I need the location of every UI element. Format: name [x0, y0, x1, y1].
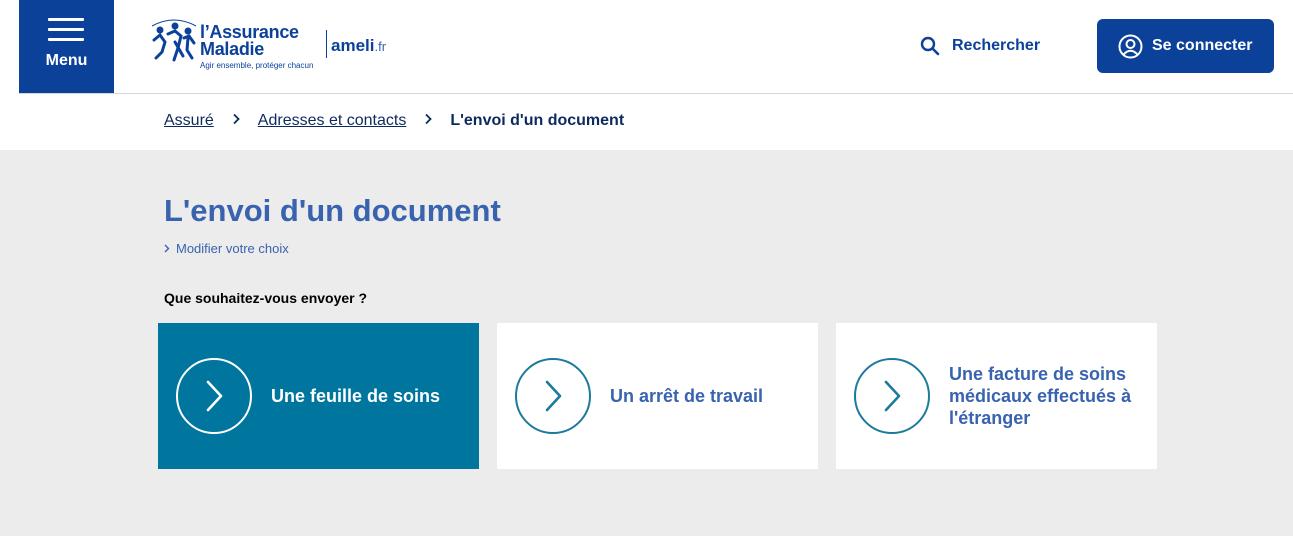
- chevron-right-icon: [854, 358, 930, 434]
- choice-card-facture-etranger[interactable]: Une facture de soins médicaux effectués …: [836, 323, 1157, 469]
- login-label: Se connecter: [1152, 37, 1253, 54]
- choice-card-arret-de-travail[interactable]: Un arrêt de travail: [497, 323, 818, 469]
- modify-choice-label: Modifier votre choix: [176, 241, 289, 256]
- choice-card-label: Une feuille de soins: [271, 386, 441, 406]
- page-title: L'envoi d'un document: [164, 193, 501, 228]
- choice-card-feuille-de-soins[interactable]: Une feuille de soins: [158, 323, 479, 469]
- logo-divider: [326, 30, 327, 58]
- chevron-right-icon: [515, 358, 591, 434]
- chevron-right-icon: [176, 358, 252, 434]
- menu-button[interactable]: Menu: [19, 0, 114, 93]
- logo-slogan: Agir ensemble, protéger chacun: [200, 61, 314, 70]
- breadcrumb: Assuré Adresses et contacts L'envoi d'un…: [164, 112, 624, 130]
- search-button[interactable]: Rechercher: [920, 35, 1040, 57]
- login-button[interactable]: Se connecter: [1097, 19, 1274, 73]
- logo-title: l’Assurance Maladie: [200, 22, 299, 59]
- chevron-right-icon: [164, 244, 170, 253]
- choice-card-label: Une facture de soins médicaux effectués …: [949, 364, 1132, 428]
- breadcrumb-bar: Assuré Adresses et contacts L'envoi d'un…: [0, 94, 1293, 150]
- modify-choice-link[interactable]: Modifier votre choix: [164, 241, 289, 256]
- ameli-logo: ameli.fr: [331, 36, 387, 55]
- hamburger-icon: [48, 18, 84, 42]
- choice-card-label: Un arrêt de travail: [610, 386, 764, 406]
- logo-figures-icon: [151, 19, 197, 62]
- breadcrumb-link-assure[interactable]: Assuré: [164, 112, 214, 130]
- user-icon: [1118, 34, 1143, 58]
- site-header: Menu l’Assurance Maladie Agir ensemble, …: [0, 0, 1293, 94]
- menu-label: Menu: [45, 52, 88, 69]
- chevron-right-icon: [214, 112, 258, 130]
- question-text: Que souhaitez-vous envoyer ?: [164, 290, 368, 306]
- search-label: Rechercher: [952, 37, 1041, 54]
- breadcrumb-link-adresses[interactable]: Adresses et contacts: [258, 112, 407, 130]
- assurance-maladie-logo[interactable]: l’Assurance Maladie Agir ensemble, proté…: [150, 18, 410, 76]
- search-icon: [920, 36, 940, 56]
- breadcrumb-current: L'envoi d'un document: [450, 112, 625, 129]
- chevron-right-icon: [406, 112, 450, 130]
